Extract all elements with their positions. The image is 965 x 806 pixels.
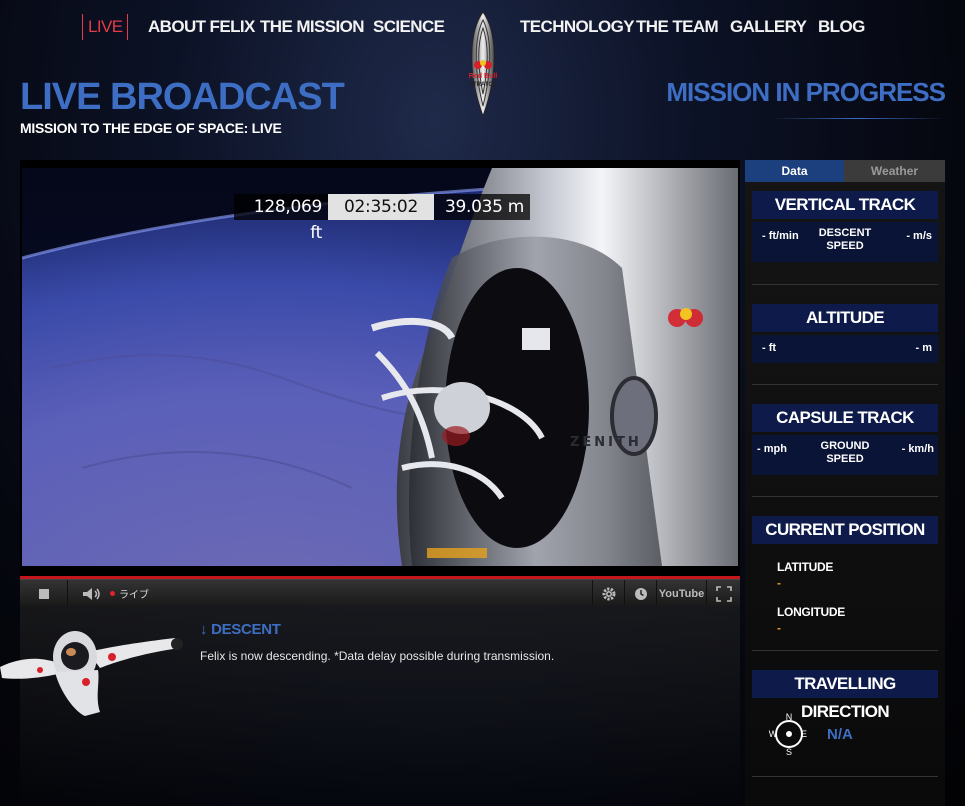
skydiver-icon [0, 631, 183, 716]
speaker-icon [83, 587, 100, 600]
travelling-direction-value: N/A [827, 726, 853, 743]
divider [752, 384, 938, 385]
telemetry-altitude-ft: 128,069 ft [234, 194, 328, 243]
latitude-value: - [777, 576, 781, 590]
status-underline [770, 118, 945, 119]
compass-east: E [801, 729, 807, 739]
compass-icon: N E S W [767, 712, 811, 757]
ground-speed-kmh: - km/h [901, 443, 934, 455]
tab-data[interactable]: Data [745, 160, 844, 182]
video-stream[interactable]: ZENITH 128,069 ft 02:35:02 39.035 m [22, 168, 738, 566]
compass-west: W [769, 729, 778, 739]
youtube-button[interactable]: YouTube [656, 580, 706, 607]
video-player[interactable]: ZENITH 128,069 ft 02:35:02 39.035 m ライブ [20, 160, 740, 607]
vertical-track-title: VERTICAL TRACK [752, 191, 938, 219]
live-indicator-label: ライブ [119, 590, 149, 601]
longitude-value: - [777, 621, 781, 635]
telemetry-side-panel: Data Weather VERTICAL TRACK - ft/min DES… [745, 160, 945, 806]
nav-item-about-felix[interactable]: ABOUT FELIX [148, 14, 255, 40]
live-indicator: ライブ [110, 580, 160, 607]
logo-text-stratos: STRATOS [469, 82, 497, 88]
logo-text-redbull: Red Bull [469, 73, 497, 80]
telemetry-elapsed-time: 02:35:02 [328, 194, 434, 220]
tab-weather[interactable]: Weather [844, 160, 945, 182]
youtube-logo-icon: YouTube [658, 587, 705, 600]
telemetry-overlay: 128,069 ft 02:35:02 39.035 m [234, 194, 530, 243]
latitude-label: LATITUDE [777, 560, 834, 574]
fullscreen-button[interactable] [706, 580, 740, 607]
nav-item-the-mission[interactable]: THE MISSION [260, 14, 365, 40]
vertical-track-body: - ft/min DESCENT SPEED - m/s [752, 222, 938, 262]
capsule-brand-text: ZENITH [570, 435, 642, 450]
altitude-body: - ft - m [752, 335, 938, 363]
settings-button[interactable] [592, 580, 624, 607]
descent-heading: ↓ DESCENT [200, 621, 281, 638]
nav-item-blog[interactable]: BLOG [818, 14, 865, 40]
nav-item-gallery[interactable]: GALLERY [730, 14, 807, 40]
compass-south: S [786, 747, 792, 756]
compass-rose-icon: N E S W [769, 712, 807, 757]
capsule-track-title: CAPSULE TRACK [752, 404, 938, 432]
felix-skydiver-image [0, 612, 190, 717]
red-bull-stratos-logo[interactable]: Red Bull STRATOS [462, 10, 504, 118]
vertical-speed-ms: - m/s [906, 230, 932, 242]
capsule-logo-icon: Red Bull STRATOS [469, 11, 497, 118]
divider [752, 650, 938, 651]
gear-icon [602, 587, 615, 600]
divider [752, 284, 938, 285]
compass-north: N [786, 712, 793, 722]
longitude-label: LONGITUDE [777, 605, 845, 619]
stop-icon [38, 588, 49, 599]
volume-button[interactable] [78, 580, 106, 607]
nav-item-science[interactable]: SCIENCE [373, 14, 445, 40]
video-frame-image: ZENITH [22, 168, 738, 566]
fullscreen-icon [715, 585, 732, 602]
nav-item-the-team[interactable]: THE TEAM [636, 14, 719, 40]
nav-item-live[interactable]: LIVE [82, 14, 129, 40]
watch-later-button[interactable] [624, 580, 656, 607]
video-controls: ライブ YouTube [20, 579, 740, 607]
divider [752, 496, 938, 497]
mission-status: MISSION IN PROGRESS [666, 77, 946, 107]
clock-icon [634, 587, 647, 600]
capsule-track-body: - mph GROUND SPEED - km/h [752, 435, 938, 475]
altitude-m: - m [915, 342, 933, 354]
live-dot-icon [110, 591, 115, 596]
divider [752, 776, 938, 777]
altitude-title: ALTITUDE [752, 304, 938, 332]
page-subtitle: MISSION TO THE EDGE OF SPACE: LIVE [20, 120, 282, 136]
panel-tabs: Data Weather [745, 160, 945, 182]
telemetry-altitude-m: 39.035 m [434, 194, 530, 220]
descent-message: Felix is now descending. *Data delay pos… [200, 649, 555, 663]
altitude-ft: - ft [762, 342, 777, 354]
travelling-direction-title: TRAVELLING DIRECTION [752, 670, 938, 721]
stop-button[interactable] [20, 580, 68, 607]
nav-item-technology[interactable]: TECHNOLOGY [520, 14, 635, 40]
current-position-title: CURRENT POSITION [752, 516, 938, 544]
page-title: LIVE BROADCAST [20, 76, 345, 118]
